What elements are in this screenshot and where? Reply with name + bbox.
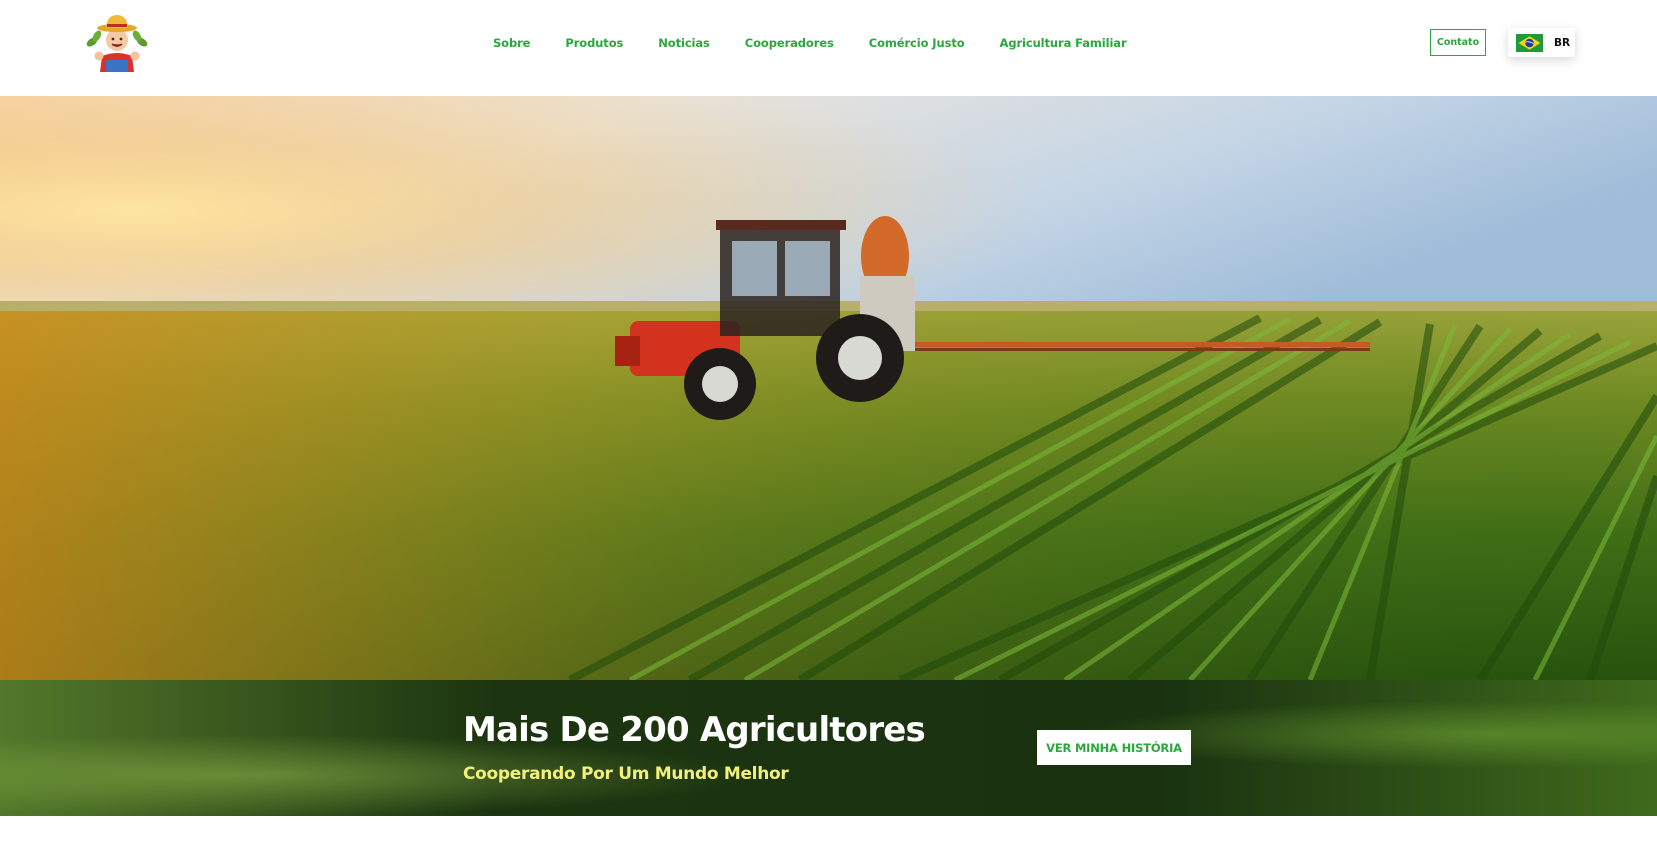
nav-link-noticias[interactable]: Noticias [658, 34, 710, 52]
hero-image [0, 96, 1657, 680]
site-header: Sobre Produtos Noticias Cooperadores Com… [0, 0, 1657, 96]
main-nav: Sobre Produtos Noticias Cooperadores Com… [493, 34, 1162, 52]
hero-subline: Cooperando Por Um Mundo Melhor [463, 764, 789, 784]
language-code: BR [1554, 36, 1571, 49]
brazil-flag-icon [1516, 33, 1543, 52]
nav-link-comercio-justo[interactable]: Comércio Justo [869, 34, 965, 52]
language-selector[interactable]: BR [1508, 28, 1575, 57]
nav-link-produtos[interactable]: Produtos [565, 34, 623, 52]
farmer-logo-icon[interactable] [84, 12, 150, 74]
nav-link-cooperadores[interactable]: Cooperadores [745, 34, 834, 52]
hero-headline: Mais De 200 Agricultores [463, 710, 926, 750]
contact-button[interactable]: Contato [1430, 29, 1486, 56]
nav-link-agricultura-familiar[interactable]: Agricultura Familiar [1000, 34, 1127, 52]
nav-link-sobre[interactable]: Sobre [493, 34, 530, 52]
story-button[interactable]: VER MINHA HISTÓRIA [1037, 730, 1191, 765]
